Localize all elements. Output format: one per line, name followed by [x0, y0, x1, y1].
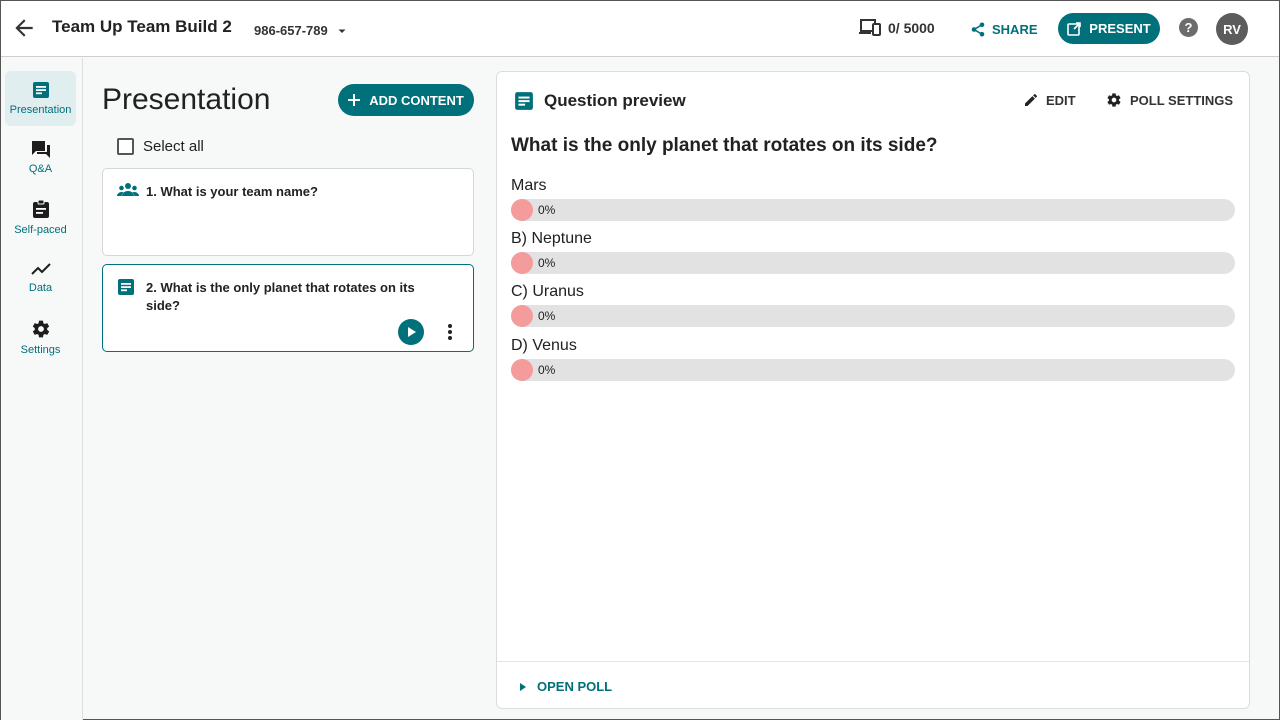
question-text: What is the only planet that rotates on …: [511, 135, 938, 156]
poll-icon: [117, 278, 139, 296]
devices-icon: [859, 18, 881, 38]
option-result-bar: 0%: [511, 199, 1235, 221]
option-result-fill: [511, 359, 533, 381]
help-icon[interactable]: ?: [1179, 18, 1198, 37]
sidebar-item-data[interactable]: Data: [5, 250, 76, 305]
sidebar-item-label: Settings: [20, 344, 61, 356]
share-icon: [971, 22, 985, 37]
open-poll-label: OPEN POLL: [537, 679, 613, 694]
chevron-down-icon[interactable]: [336, 25, 348, 37]
panel-divider: [497, 661, 1249, 662]
document-icon: [32, 81, 50, 99]
sidebar-item-label: Self-paced: [14, 224, 67, 236]
option-result-fill: [511, 305, 533, 327]
trend-chart-icon: [30, 261, 51, 277]
edit-button[interactable]: EDIT: [1024, 91, 1076, 109]
option-label: C) Uranus: [511, 283, 584, 300]
sidebar-item-self-paced[interactable]: Self-paced: [5, 190, 76, 245]
present-button[interactable]: PRESENT: [1058, 13, 1160, 44]
gear-icon: [31, 319, 51, 339]
pencil-icon: [1024, 93, 1038, 107]
plus-icon: [348, 94, 361, 106]
share-button[interactable]: SHARE: [971, 17, 1038, 41]
option-percent: 0%: [538, 309, 556, 323]
sidebar-item-label: Data: [28, 282, 53, 294]
play-button[interactable]: [398, 319, 424, 345]
sidebar-item-label: Q&A: [28, 163, 53, 175]
question-preview-panel: Question preview EDIT POLL SETTINGS What…: [496, 71, 1250, 709]
poll-option: C) Uranus 0%: [511, 283, 1237, 327]
poll-icon: [514, 91, 534, 111]
option-percent: 0%: [538, 203, 556, 217]
page-title: Presentation: [102, 83, 271, 116]
poll-option: D) Venus 0%: [511, 337, 1237, 381]
clipboard-icon: [32, 199, 50, 219]
option-percent: 0%: [538, 363, 556, 377]
option-label: Mars: [511, 177, 547, 194]
option-result-bar: 0%: [511, 359, 1235, 381]
play-icon: [405, 326, 417, 338]
sidebar-item-presentation[interactable]: Presentation: [5, 71, 76, 126]
sidebar: Presentation Q&A Self-paced Data Setting…: [1, 58, 83, 720]
card-question-text: 2. What is the only planet that rotates …: [146, 280, 415, 313]
sidebar-item-qa[interactable]: Q&A: [5, 130, 76, 185]
poll-settings-button[interactable]: POLL SETTINGS: [1106, 91, 1233, 109]
user-avatar[interactable]: RV: [1216, 13, 1248, 45]
more-options-icon[interactable]: [443, 322, 457, 342]
select-all-checkbox[interactable]: [117, 138, 134, 155]
team-icon: [117, 182, 139, 200]
poll-option: B) Neptune 0%: [511, 230, 1237, 274]
option-result-fill: [511, 252, 533, 274]
select-all-control[interactable]: Select all: [117, 138, 204, 155]
poll-option: Mars 0%: [511, 177, 1237, 221]
content-card-selected[interactable]: 2. What is the only planet that rotates …: [102, 264, 474, 352]
top-bar: Team Up Team Build 2 986-657-789 0/ 5000…: [1, 1, 1279, 57]
add-content-label: ADD CONTENT: [369, 92, 464, 108]
card-question-text: 1. What is your team name?: [146, 184, 318, 199]
add-content-button[interactable]: ADD CONTENT: [338, 84, 474, 116]
content-card[interactable]: 1. What is your team name?: [102, 168, 474, 256]
option-percent: 0%: [538, 256, 556, 270]
option-result-bar: 0%: [511, 252, 1235, 274]
select-all-label: Select all: [143, 138, 204, 155]
open-poll-button[interactable]: OPEN POLL: [519, 679, 612, 694]
session-code[interactable]: 986-657-789: [254, 23, 328, 38]
preview-title: Question preview: [544, 91, 686, 110]
option-result-bar: 0%: [511, 305, 1235, 327]
sidebar-item-label: Presentation: [9, 104, 72, 116]
event-title: Team Up Team Build 2: [52, 17, 232, 36]
sidebar-item-settings[interactable]: Settings: [5, 310, 76, 365]
audience-count: 0/ 5000: [888, 20, 935, 36]
present-label: PRESENT: [1089, 21, 1151, 36]
back-arrow-icon[interactable]: [11, 15, 37, 41]
edit-label: EDIT: [1046, 92, 1076, 108]
share-label: SHARE: [992, 21, 1038, 37]
caret-right-icon: [519, 682, 527, 692]
option-label: B) Neptune: [511, 230, 592, 247]
gear-icon: [1106, 92, 1122, 108]
chat-icon: [31, 140, 51, 158]
option-result-fill: [511, 199, 533, 221]
option-label: D) Venus: [511, 337, 577, 354]
poll-settings-label: POLL SETTINGS: [1130, 92, 1234, 108]
open-external-icon: [1067, 21, 1082, 36]
